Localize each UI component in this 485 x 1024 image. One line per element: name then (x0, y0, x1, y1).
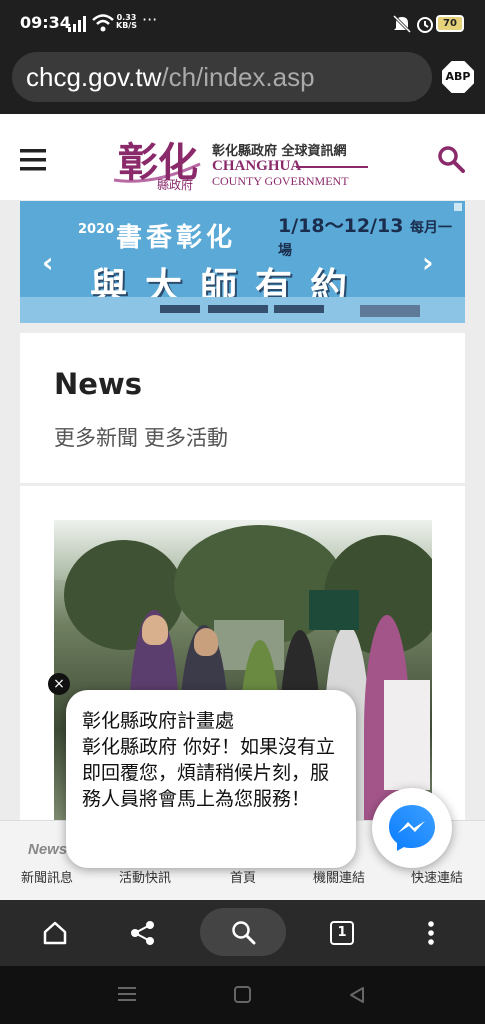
url-path: /ch/index.asp (161, 62, 315, 92)
status-bar: 09:34 0.33 KB/S ··· 70 (0, 0, 485, 48)
photo-person-face (142, 615, 168, 645)
nav-agencies-label: 機關連結 (312, 871, 365, 886)
url-field[interactable]: chcg.gov.tw/ch/index.asp (12, 52, 432, 102)
photo-sign (309, 590, 359, 630)
browser-url-bar: chcg.gov.tw/ch/index.asp ABP (0, 48, 485, 114)
banner-prev-arrow[interactable]: ‹ (42, 246, 54, 279)
sponsor-text (360, 305, 420, 317)
overflow-menu-icon[interactable] (426, 920, 436, 946)
nav-news-label: 新聞訊息 (20, 871, 73, 886)
chat-message: 彰化縣政府 你好！如果沒有立即回覆您，煩請稍候片刻，服務人員將會馬上為您服務！ (82, 736, 336, 810)
share-icon[interactable] (130, 920, 156, 946)
sponsor-logo (208, 305, 268, 313)
news-icon: News (28, 841, 68, 858)
logo-divider (296, 166, 368, 168)
chat-greeting-bubble[interactable]: 彰化縣政府計畫處 彰化縣政府 你好！如果沒有立即回覆您，煩請稍候片刻，服務人員將… (66, 690, 356, 868)
tab-switcher-button[interactable]: 1 (330, 921, 354, 945)
status-more: ··· (142, 10, 158, 29)
photo-poster (384, 680, 430, 790)
banner-line1: 書香彰化 (116, 223, 237, 253)
signal-icon (68, 16, 86, 32)
sponsor-logo (160, 305, 200, 313)
mute-icon (392, 14, 412, 34)
adblock-button[interactable]: ABP (442, 61, 474, 93)
system-nav-bar (0, 966, 485, 1024)
banner-date-range: 1/18～12/13 (278, 215, 404, 237)
nav-quick-links-label: 快速連結 (410, 871, 463, 886)
search-icon[interactable] (437, 145, 465, 173)
net-speed-unit: KB/S (116, 21, 137, 30)
promo-banner[interactable]: 2020 書香彰化 1/18～12/13 每月一場 與大師有約 ‹ › (20, 201, 465, 323)
sponsor-logo (274, 305, 324, 313)
home-nav-icon[interactable] (234, 986, 252, 1004)
recents-icon[interactable] (118, 986, 136, 1002)
site-header: 彰化 縣政府 彰化縣政府 全球資訊網 CHANGHUA COUNTY GOVER… (0, 114, 485, 200)
chat-sender: 彰化縣政府計畫處 (82, 710, 235, 732)
browser-toolbar: 1 (0, 900, 485, 966)
site-title-en-2: COUNTY GOVERNMENT (212, 174, 349, 188)
browser-search-button[interactable] (200, 908, 286, 956)
banner-dates: 1/18～12/13 每月一場 (278, 211, 465, 260)
news-links: 更多新聞 更多活動 (54, 422, 234, 452)
banner-next-arrow[interactable]: › (422, 246, 434, 279)
news-heading: News (54, 367, 142, 401)
more-events-link[interactable]: 更多活動 (144, 426, 228, 450)
alarm-icon (417, 17, 433, 33)
news-section: News 更多新聞 更多活動 (20, 333, 465, 483)
more-news-link[interactable]: 更多新聞 (54, 426, 138, 450)
banner-year: 2020 (78, 222, 115, 237)
chat-close-button[interactable]: × (48, 673, 70, 695)
net-speed: 0.33 KB/S (116, 14, 137, 30)
messenger-button[interactable] (372, 788, 452, 868)
logo-subtitle: 縣政府 (157, 178, 194, 192)
menu-icon[interactable] (20, 149, 46, 171)
site-title-en-1: CHANGHUA (212, 158, 302, 174)
site-title-zh: 彰化縣政府 全球資訊網 (212, 144, 347, 159)
home-icon[interactable] (42, 920, 68, 946)
back-nav-icon[interactable] (348, 986, 366, 1004)
browser-search-icon (232, 921, 256, 945)
battery-indicator: 70 (436, 15, 464, 32)
status-time: 09:34 (20, 13, 71, 32)
photo-person-face (194, 628, 218, 656)
wifi-icon (92, 14, 114, 32)
nav-home-label: 首頁 (229, 871, 256, 886)
url-domain: chcg.gov.tw (26, 62, 162, 92)
ad-choices-icon[interactable] (454, 203, 462, 211)
nav-events-label: 活動快訊 (118, 871, 171, 886)
messenger-icon (389, 805, 435, 851)
